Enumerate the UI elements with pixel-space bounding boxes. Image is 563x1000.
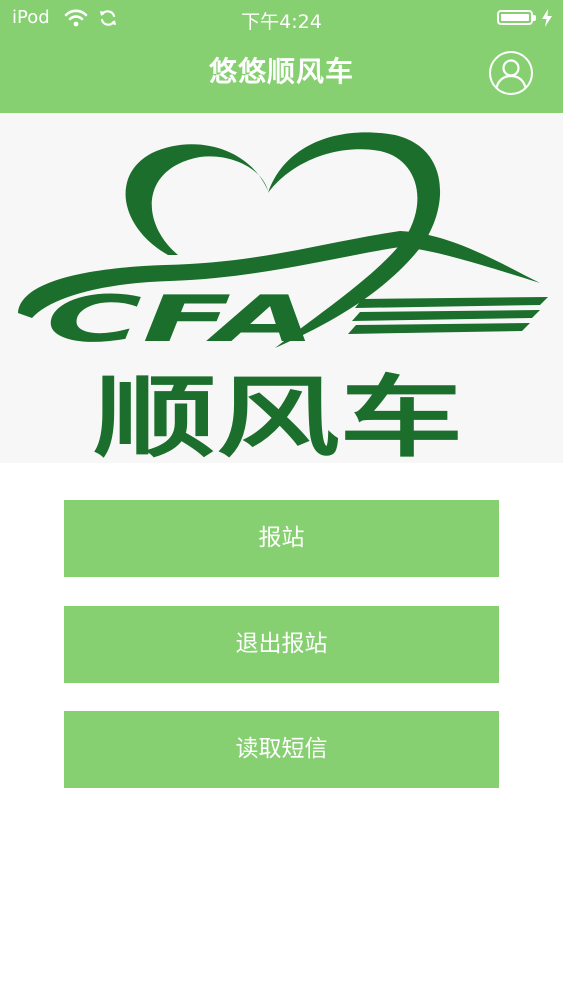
logo-cfa-text: CFA — [46, 283, 316, 357]
user-profile-icon — [494, 59, 528, 92]
report-station-button[interactable]: 报站 — [64, 500, 499, 577]
header-bar: iPod 下午4:24 悠悠顺风车 — [0, 0, 563, 113]
read-sms-button[interactable]: 读取短信 — [64, 711, 499, 788]
page-title: 悠悠顺风车 — [208, 55, 354, 88]
status-bar: iPod 下午4:24 — [0, 0, 563, 38]
status-time: 下午4:24 — [241, 11, 322, 33]
charging-icon — [542, 9, 552, 27]
user-profile-button[interactable] — [489, 51, 533, 95]
logo-banner: CFA 顺风车 — [0, 113, 563, 469]
logo-chinese-text: 顺风车 — [93, 366, 463, 463]
cfa-logo: CFA 顺风车 — [18, 132, 548, 469]
battery-icon — [497, 10, 536, 25]
exit-report-station-button[interactable]: 退出报站 — [64, 606, 499, 683]
